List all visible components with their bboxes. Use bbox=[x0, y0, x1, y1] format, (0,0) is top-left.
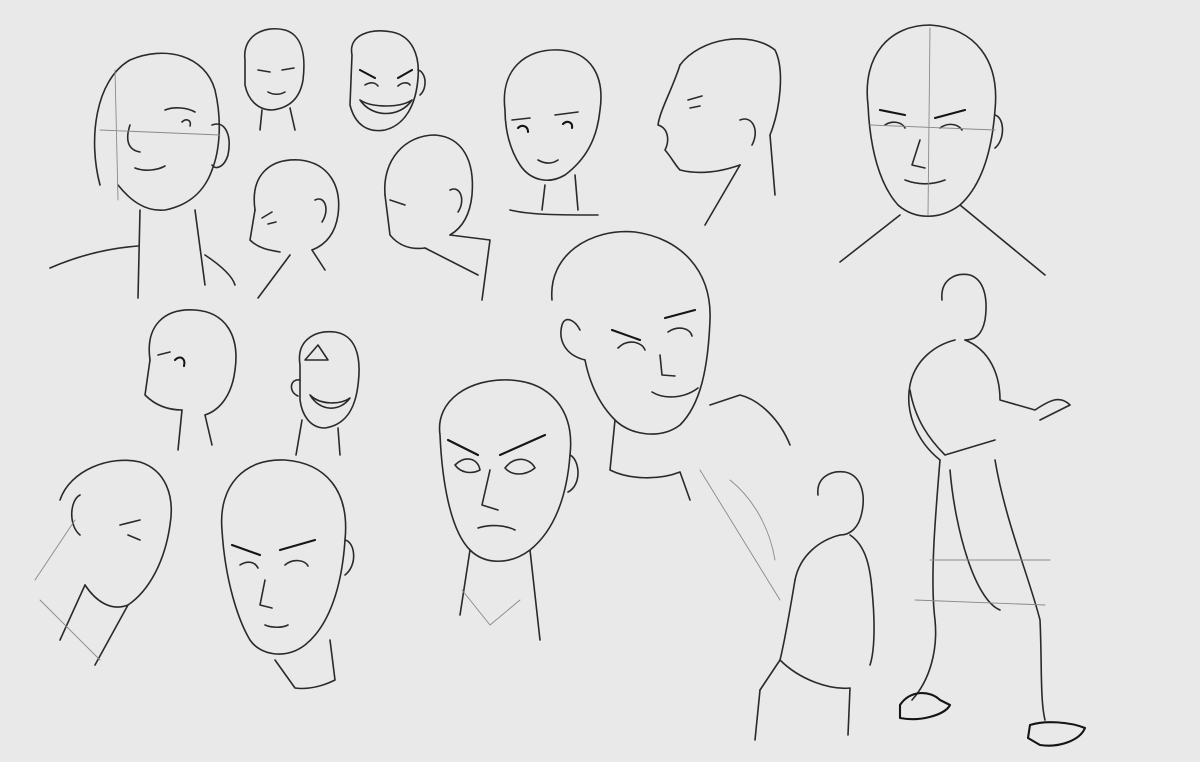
head-small-front-top bbox=[244, 28, 305, 131]
head-bald-front-glare bbox=[220, 459, 355, 690]
head-tilted-down-left bbox=[34, 459, 172, 666]
head-side-bald bbox=[249, 159, 340, 299]
sketch-canvas bbox=[0, 0, 1200, 762]
head-grinning-cartoon bbox=[349, 30, 426, 132]
figure-small-standing bbox=[699, 469, 875, 741]
head-profile-right bbox=[657, 38, 782, 226]
head-three-quarter-up-left bbox=[49, 52, 236, 299]
sketch-sheet bbox=[34, 24, 1087, 747]
head-bald-tilted-smirk bbox=[551, 230, 791, 501]
head-bald-front-stern bbox=[839, 24, 1046, 276]
head-turned-left bbox=[144, 309, 237, 451]
head-front-shaded-eyes bbox=[438, 379, 579, 641]
head-smiling-small bbox=[290, 330, 360, 456]
head-side-down bbox=[384, 134, 491, 301]
figure-walking-jeans bbox=[898, 273, 1087, 747]
head-anime-three-quarter bbox=[503, 49, 602, 216]
